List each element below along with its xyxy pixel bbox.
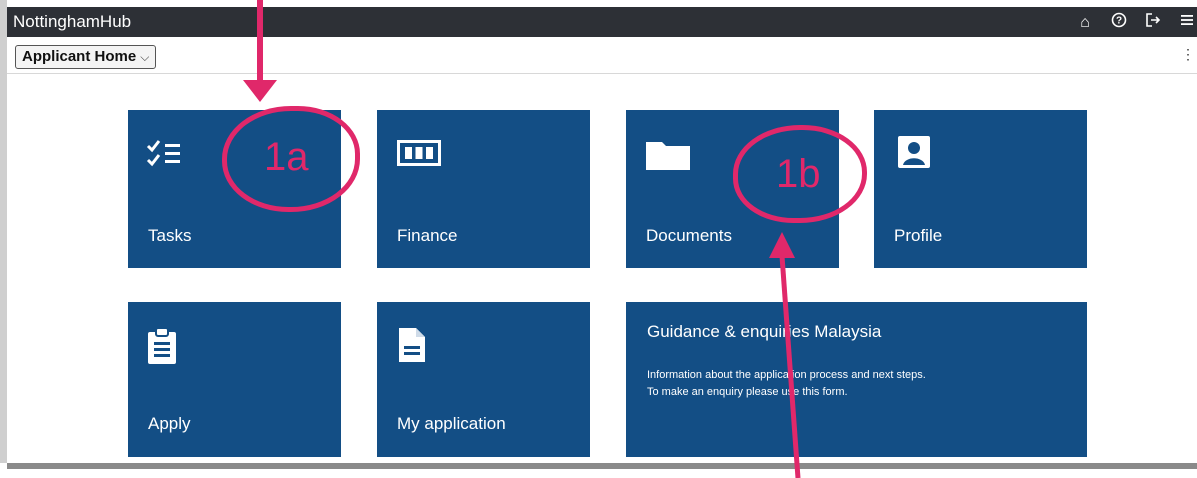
- home-icon[interactable]: ⌂: [1075, 14, 1095, 32]
- tile-profile[interactable]: Profile: [874, 110, 1087, 268]
- folder-icon: [646, 138, 690, 175]
- tile-guidance[interactable]: Guidance & enquiries Malaysia Informatio…: [626, 302, 1087, 457]
- chevron-down-icon: ⌵: [140, 50, 150, 64]
- page-select-label: Applicant Home: [22, 48, 137, 65]
- guidance-line-2: To make an enquiry please use this form.: [647, 386, 848, 398]
- checklist-icon: [146, 138, 182, 175]
- annotation-arrow-a-shaft: [257, 0, 263, 88]
- tile-label: Profile: [894, 226, 943, 245]
- tile-label: Finance: [397, 226, 458, 245]
- menu-icon[interactable]: [1177, 13, 1197, 32]
- tile-my-application[interactable]: My application: [377, 302, 590, 457]
- sign-out-icon[interactable]: [1143, 12, 1163, 33]
- more-actions-icon[interactable]: ⋮: [1181, 46, 1195, 63]
- svg-text:?: ?: [1116, 16, 1122, 27]
- tile-label: Apply: [148, 414, 191, 433]
- help-icon[interactable]: ?: [1109, 12, 1129, 33]
- window-bottom-edge: [0, 463, 1197, 478]
- app-title: NottinghamHub: [13, 12, 132, 31]
- person-icon: [898, 136, 930, 173]
- document-icon: [399, 328, 425, 367]
- annotation-label-b: 1b: [776, 152, 821, 196]
- top-banner: NottinghamHub ⌂ ?: [7, 7, 1197, 37]
- header-actions: ⌂ ?: [1075, 12, 1197, 33]
- clipboard-icon: [148, 327, 176, 369]
- wallet-icon: [397, 140, 441, 171]
- page-select-dropdown[interactable]: Applicant Home ⌵: [15, 45, 157, 69]
- page-header: Applicant Home ⌵ ⋮: [7, 37, 1197, 74]
- tile-finance[interactable]: Finance: [377, 110, 590, 268]
- annotation-arrow-a-head: [243, 80, 277, 102]
- tile-label: Tasks: [148, 226, 192, 245]
- tile-label: My application: [397, 414, 506, 433]
- tile-label: Documents: [646, 226, 732, 245]
- annotation-arrow-b: [769, 232, 801, 478]
- annotation-label-a: 1a: [264, 135, 309, 179]
- tile-apply[interactable]: Apply: [128, 302, 341, 457]
